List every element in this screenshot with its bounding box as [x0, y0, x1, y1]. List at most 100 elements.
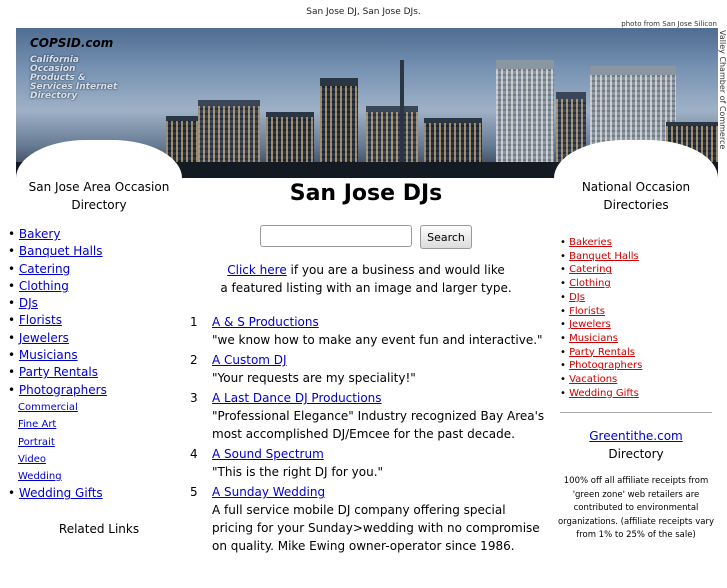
national-link[interactable]: Banquet Halls — [569, 251, 639, 262]
local-directory-list: • Bakery • Banquet Halls • Catering • Cloth… — [8, 226, 182, 503]
sidebar-link[interactable]: Wedding — [18, 471, 62, 482]
national-item: • Clothing — [560, 277, 718, 291]
national-item: • Photographers — [560, 359, 718, 373]
sidebar-item: • Wedding Gifts — [8, 485, 182, 502]
greentithe-box: Greentithe.com Directory — [554, 427, 718, 463]
bullet: • — [560, 250, 570, 262]
sidebar-item: • Bakery — [8, 226, 182, 243]
national-item: • Wedding Gifts — [560, 387, 718, 401]
search-button[interactable]: Search — [420, 225, 472, 249]
bullet: • — [560, 237, 570, 248]
bullet: • — [560, 374, 570, 386]
bullet: • — [560, 291, 570, 303]
sidebar-link[interactable]: Party Rentals — [19, 365, 98, 379]
national-link[interactable]: DJs — [569, 292, 585, 303]
dj-listing: 3 A Last Dance DJ Productions "Professiona… — [182, 389, 550, 443]
listing-number: 3 — [190, 391, 198, 405]
listing-description: "This is the right DJ for you." — [212, 465, 384, 479]
sidebar-item: Wedding — [8, 468, 182, 485]
brand-name: COPSID.com — [30, 36, 114, 50]
bullet: • — [560, 387, 570, 399]
listing-description: "Your requests are my speciality!" — [212, 371, 416, 385]
sidebar-link[interactable]: Fine Art — [18, 419, 56, 430]
greentithe-link[interactable]: Greentithe.com — [589, 429, 683, 443]
national-link[interactable]: Catering — [569, 264, 612, 275]
promo-text-1: if you are a business and would like — [286, 263, 505, 277]
sidebar-item: • DJs — [8, 295, 182, 312]
greentithe-label: Directory — [608, 447, 664, 462]
sidebar-link[interactable]: Bakery — [19, 227, 61, 241]
bullet: • — [560, 346, 570, 358]
national-link[interactable]: Photographers — [569, 360, 642, 371]
sidebar-link[interactable]: Banquet Halls — [19, 244, 103, 258]
sidebar-item: Portrait — [8, 434, 182, 451]
sidebar-link[interactable]: Photographers — [19, 383, 107, 397]
bullet: • — [560, 278, 570, 290]
related-links-heading: Related Links — [58, 522, 140, 536]
national-link[interactable]: Jewelers — [569, 319, 611, 330]
bullet: • — [8, 244, 19, 259]
national-item: • Jewelers — [560, 318, 718, 332]
sidebar-item: • Clothing — [8, 278, 182, 295]
left-sidebar-heading: San Jose Area Occasion Directory — [28, 180, 170, 212]
listing-name-link[interactable]: A Sunday Wedding — [212, 485, 325, 499]
sidebar-link[interactable]: Florists — [19, 313, 62, 327]
national-link[interactable]: Bakeries — [569, 237, 612, 248]
bullet: • — [560, 264, 570, 276]
sidebar-link[interactable]: Wedding Gifts — [19, 486, 103, 500]
national-link[interactable]: Clothing — [569, 278, 611, 289]
national-item: • DJs — [560, 291, 718, 305]
bullet: • — [8, 227, 19, 241]
promo-text-2: a featured listing with an image and lar… — [220, 281, 512, 295]
listing-name-link[interactable]: A & S Productions — [212, 315, 319, 329]
sidebar-item: • Musicians — [8, 347, 182, 364]
right-sidebar-heading: National Occasion Directories — [581, 180, 691, 212]
sidebar-item: Fine Art — [8, 416, 182, 433]
bullet: • — [8, 313, 19, 328]
sidebar-link[interactable]: Jewelers — [19, 331, 69, 345]
search-input[interactable] — [260, 225, 413, 247]
national-item: • Musicians — [560, 332, 718, 346]
national-link[interactable]: Florists — [569, 306, 605, 317]
sidebar-link[interactable]: Portrait — [18, 437, 55, 448]
main-content: San Jose DJs Search Click here if you ar… — [182, 178, 550, 588]
sidebar-link[interactable]: Catering — [19, 262, 70, 276]
listing-description: A full service mobile DJ company offerin… — [212, 503, 540, 553]
affiliate-note: 100% off all affiliate receipts from 'gr… — [557, 476, 715, 541]
sidebar-link[interactable]: Video — [18, 454, 46, 465]
sidebar-link[interactable]: Clothing — [19, 279, 69, 293]
sidebar-link[interactable]: Musicians — [19, 348, 78, 362]
listing-description: "we know how to make any event fun and i… — [212, 333, 543, 347]
bullet: • — [560, 319, 570, 331]
listing-description: "Professional Elegance" Industry recogni… — [212, 409, 545, 441]
click-here-link[interactable]: Click here — [227, 263, 286, 277]
brand: COPSID.com California Occasion Products … — [30, 36, 120, 101]
listing-number: 5 — [190, 485, 198, 499]
national-item: • Banquet Halls — [560, 250, 718, 264]
national-link[interactable]: Vacations — [569, 374, 617, 385]
bullet: • — [8, 261, 19, 276]
national-link[interactable]: Musicians — [569, 333, 618, 344]
listing-name-link[interactable]: A Custom DJ — [212, 353, 287, 367]
bullet: • — [560, 305, 570, 317]
left-sidebar: San Jose Area Occasion Directory • Baker… — [8, 140, 182, 550]
divider — [560, 412, 712, 414]
listing-name-link[interactable]: A Last Dance DJ Productions — [212, 391, 382, 405]
sidebar-item: • Photographers — [8, 382, 182, 399]
sidebar-item: • Banquet Halls — [8, 243, 182, 260]
bullet: • — [8, 278, 19, 293]
dj-listings: 1 A & S Productions "we know how to make a… — [182, 313, 550, 555]
photo-credit-vertical: Valley Chamber of Commerce — [718, 30, 727, 150]
right-sidebar: National Occasion Directories • Bakeries… — [554, 140, 718, 550]
bullet: • — [8, 348, 19, 363]
listing-name-link[interactable]: A Sound Spectrum — [212, 447, 324, 461]
national-link[interactable]: Party Rentals — [569, 347, 635, 358]
sidebar-item: Video — [8, 451, 182, 468]
national-directory-list: • Bakeries • Banquet Halls • Catering • Clo… — [560, 236, 718, 400]
sidebar-link[interactable]: Commercial — [18, 402, 78, 413]
sidebar-link[interactable]: DJs — [19, 296, 38, 310]
search-form: Search — [182, 225, 550, 249]
national-item: • Vacations — [560, 373, 718, 387]
national-item: • Bakeries — [560, 236, 718, 250]
national-link[interactable]: Wedding Gifts — [569, 388, 639, 399]
